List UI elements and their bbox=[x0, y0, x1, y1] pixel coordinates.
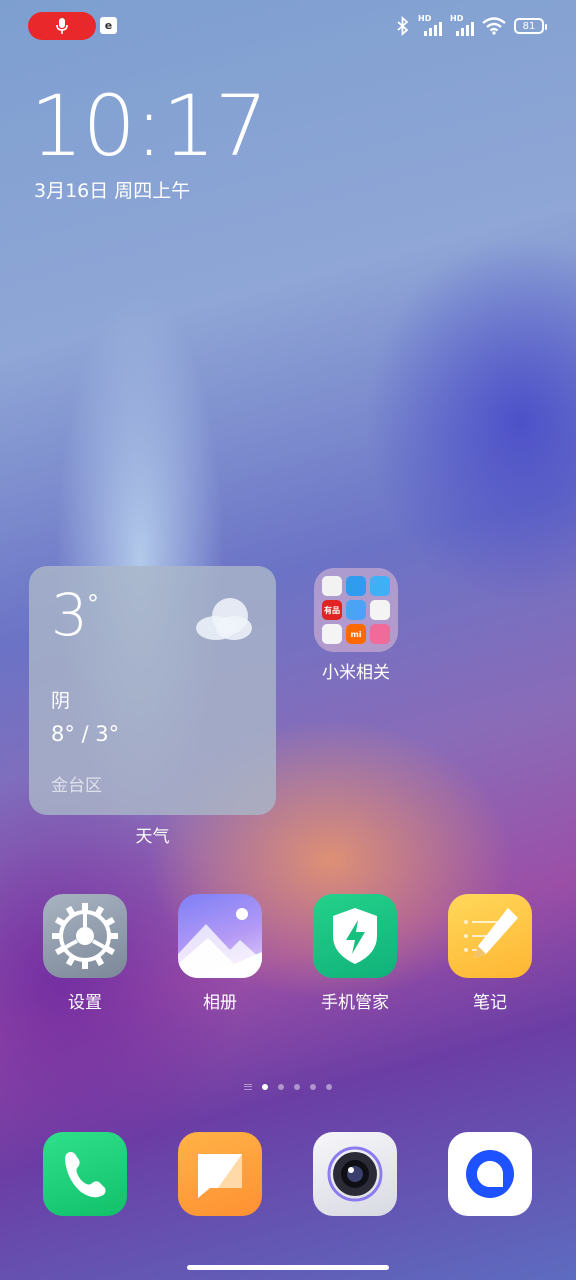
page-dot bbox=[294, 1084, 300, 1090]
page-dot bbox=[278, 1084, 284, 1090]
phone-icon bbox=[43, 1132, 127, 1216]
shield-icon bbox=[313, 894, 397, 978]
transfer-icon bbox=[346, 576, 366, 596]
app-label: 设置 bbox=[68, 993, 102, 1013]
mail-icon bbox=[346, 600, 366, 620]
page-dot bbox=[262, 1084, 268, 1090]
mi-icon: mi bbox=[346, 624, 366, 644]
status-bar: e HD HD 81 bbox=[0, 0, 576, 52]
gear-icon bbox=[43, 894, 127, 978]
page-indicator-menu-icon bbox=[244, 1084, 252, 1090]
app-notes[interactable]: 笔记 bbox=[430, 894, 550, 1013]
battery-icon: 81 bbox=[514, 18, 547, 34]
weather-widget-label: 天气 bbox=[135, 827, 170, 847]
wallet-icon bbox=[370, 576, 390, 596]
folder-label: 小米相关 bbox=[322, 663, 390, 683]
youpin-icon: 有品 bbox=[322, 600, 342, 620]
app-settings[interactable]: 设置 bbox=[25, 894, 145, 1013]
weather-degree-symbol: ° bbox=[87, 590, 99, 618]
microphone-icon bbox=[56, 18, 68, 34]
weather-condition: 阴 bbox=[51, 690, 71, 712]
dock-phone[interactable] bbox=[25, 1132, 145, 1216]
recording-indicator[interactable] bbox=[28, 12, 96, 40]
app-label: 笔记 bbox=[473, 993, 507, 1013]
app-label: 相册 bbox=[203, 993, 237, 1013]
message-icon bbox=[178, 1132, 262, 1216]
weather-range: 8° / 3° bbox=[51, 722, 120, 746]
folder-grid: 有品 mi bbox=[322, 576, 390, 644]
waveform-icon bbox=[322, 576, 342, 596]
game-icon bbox=[370, 624, 390, 644]
weather-widget[interactable]: 3 ° 阴 8° / 3° 金台区 bbox=[29, 566, 276, 815]
dock-camera[interactable] bbox=[295, 1132, 415, 1216]
page-dot bbox=[310, 1084, 316, 1090]
notification-badge-icon: e bbox=[100, 17, 117, 34]
dock-messages[interactable] bbox=[160, 1132, 280, 1216]
app-gallery[interactable]: 相册 bbox=[160, 894, 280, 1013]
play-icon bbox=[322, 624, 342, 644]
notes-icon bbox=[448, 894, 532, 978]
page-dot bbox=[326, 1084, 332, 1090]
battery-level: 81 bbox=[522, 20, 536, 32]
home-indicator[interactable] bbox=[187, 1265, 389, 1270]
bluetooth-icon bbox=[397, 16, 409, 36]
wifi-icon bbox=[482, 17, 506, 35]
clock-date[interactable]: 3月16日 周四上午 bbox=[34, 176, 190, 203]
app-label: 手机管家 bbox=[321, 993, 389, 1013]
browser-icon bbox=[448, 1132, 532, 1216]
folder-xiaomi[interactable]: 有品 mi bbox=[314, 568, 398, 652]
weather-location: 金台区 bbox=[51, 776, 102, 796]
signal-2-icon: HD bbox=[450, 14, 474, 36]
camera-icon bbox=[313, 1132, 397, 1216]
gallery-icon bbox=[178, 894, 262, 978]
clock-time[interactable]: 10:17 bbox=[30, 84, 268, 168]
diamond-icon bbox=[370, 600, 390, 620]
dock-browser[interactable] bbox=[430, 1132, 550, 1216]
page-indicator[interactable] bbox=[0, 1084, 576, 1090]
cloud-icon bbox=[196, 598, 252, 640]
app-security[interactable]: 手机管家 bbox=[295, 894, 415, 1013]
weather-temperature: 3 bbox=[51, 581, 88, 649]
signal-1-icon: HD bbox=[418, 14, 442, 36]
